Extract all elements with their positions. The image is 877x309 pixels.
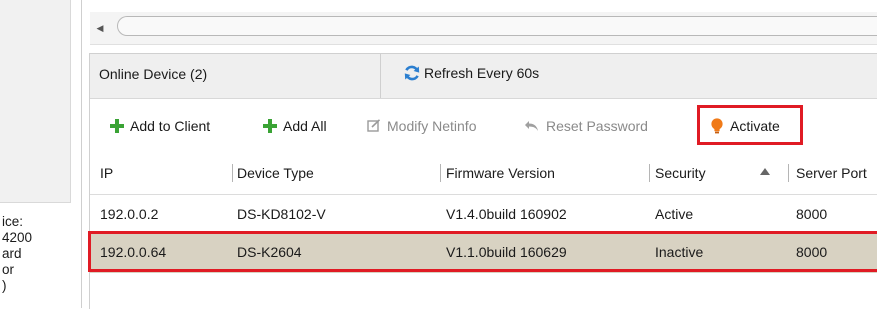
add-to-client-label: Add to Client [130, 118, 211, 134]
plus-icon [263, 119, 277, 133]
scrollbar-thumb[interactable] [117, 16, 877, 36]
reset-password-button[interactable]: Reset Password [524, 118, 648, 134]
cell-security: Active [655, 206, 694, 222]
column-separator[interactable] [440, 164, 441, 182]
column-header-security[interactable]: Security [655, 165, 706, 181]
modify-netinfo-button[interactable]: Modify Netinfo [367, 118, 476, 134]
add-all-button[interactable]: Add All [263, 118, 327, 134]
left-text-line: or [2, 262, 15, 277]
cell-firmware-version: V1.4.0build 160902 [446, 206, 567, 222]
column-separator[interactable] [649, 164, 650, 182]
left-text-line: ) [2, 278, 7, 293]
left-text-line: 4200 [2, 230, 33, 245]
online-device-title: Online Device (2) [99, 66, 208, 82]
left-panel-text: ice: 4200 ard or) [2, 214, 70, 294]
reset-password-label: Reset Password [546, 118, 648, 134]
add-to-client-button[interactable]: Add to Client [110, 118, 210, 134]
scroll-left-arrow-icon[interactable]: ◀ [93, 19, 107, 37]
row-highlight-box [88, 231, 877, 272]
edit-icon [367, 119, 381, 132]
sort-ascending-icon[interactable] [760, 168, 770, 175]
activate-highlight-box [697, 105, 803, 145]
column-separator[interactable] [232, 164, 233, 182]
plus-icon [110, 119, 124, 133]
cell-device-type: DS-KD8102-V [237, 206, 326, 222]
column-header-ip[interactable]: IP [100, 165, 113, 181]
add-all-label: Add All [283, 118, 327, 134]
column-separator[interactable] [788, 164, 789, 182]
header-divider [380, 54, 381, 98]
left-text-line: ard [2, 246, 22, 261]
left-panel-box [0, 0, 71, 203]
left-text-line: ice: [2, 214, 24, 229]
cell-ip: 192.0.0.2 [100, 206, 159, 222]
reset-arrow-icon [525, 121, 538, 131]
panel-divider[interactable] [81, 0, 82, 308]
column-header-server-port[interactable]: Server Port [796, 165, 867, 181]
cell-server-port: 8000 [796, 206, 828, 222]
refresh-interval-label[interactable]: Refresh Every 60s [424, 65, 539, 81]
modify-netinfo-label: Modify Netinfo [387, 118, 477, 134]
column-header-device-type[interactable]: Device Type [237, 165, 314, 181]
column-header-firmware-version[interactable]: Firmware Version [446, 165, 555, 181]
refresh-icon[interactable] [403, 64, 421, 82]
